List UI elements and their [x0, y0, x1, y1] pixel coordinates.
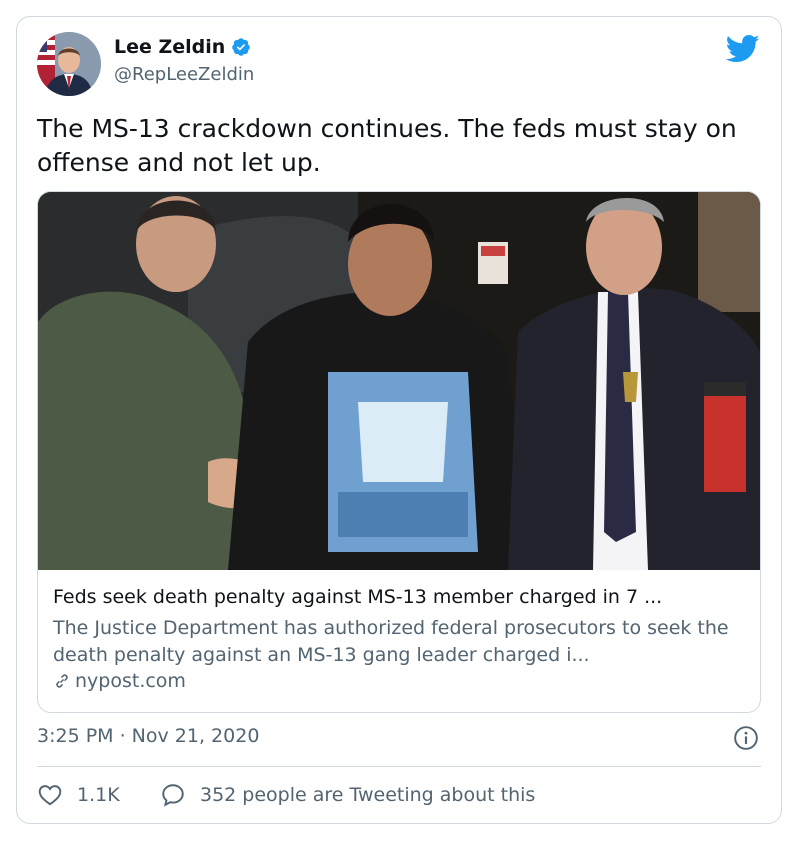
link-card-title[interactable]: Feds seek death penalty against MS-13 me…: [53, 586, 743, 608]
tweeting-about-link[interactable]: 352 people are Tweeting about this: [160, 782, 535, 808]
link-card-description: The Justice Department has authorized fe…: [53, 617, 729, 666]
author-handle[interactable]: @RepLeeZeldin: [114, 64, 254, 85]
author-name-row[interactable]: Lee Zeldin: [114, 36, 251, 58]
tweeting-count-text: 352 people are Tweeting about this: [200, 784, 536, 806]
tweet-text: The MS-13 crackdown continues. The feds …: [37, 114, 737, 177]
like-count: 1.1K: [77, 784, 120, 806]
portrait-avatar-icon: [37, 32, 101, 96]
avatar[interactable]: [37, 32, 101, 96]
divider: [37, 766, 761, 767]
twitter-bird-icon[interactable]: [726, 34, 760, 64]
verified-badge-icon: [232, 38, 251, 56]
tweet-timestamp[interactable]: 3:25 PM · Nov 21, 2020: [37, 725, 259, 747]
like-button[interactable]: 1.1K: [37, 782, 120, 808]
news-photo-icon[interactable]: [38, 192, 761, 570]
speech-bubble-icon: [162, 784, 184, 807]
link-card-domain[interactable]: nypost.com: [75, 670, 186, 692]
author-name[interactable]: Lee Zeldin: [114, 36, 225, 58]
info-icon[interactable]: [733, 725, 759, 751]
link-preview-card[interactable]: Feds seek death penalty against MS-13 me…: [37, 191, 761, 713]
link-icon: [56, 674, 68, 688]
link-card-domain-row[interactable]: nypost.com: [53, 670, 186, 692]
heart-icon: [38, 785, 62, 806]
